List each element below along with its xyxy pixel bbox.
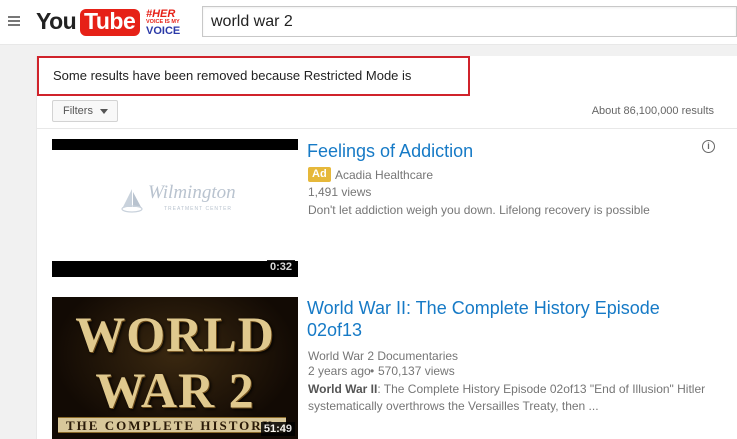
logo-doodle-tag: #HER VOICE IS MY VOICE [146, 9, 186, 37]
video-duration: 51:49 [260, 422, 295, 436]
search-box[interactable] [202, 6, 737, 37]
video-duration: 0:32 [266, 260, 295, 274]
thumbnail-frame: Wilmington TREATMENT CENTER [52, 150, 298, 261]
video-description: World War II: The Complete History Episo… [308, 381, 728, 415]
logo-tag-line3: VOICE [146, 24, 181, 37]
video-title-link[interactable]: Feelings of Addiction [307, 140, 473, 162]
thumbnail-text-line1: WORLD [75, 306, 275, 362]
view-count: 1,491 views [308, 185, 372, 199]
meta-separator: • [370, 364, 375, 378]
channel-name-link[interactable]: World War 2 Documentaries [308, 349, 458, 363]
chevron-down-icon [100, 109, 108, 114]
upload-age: 2 years ago [308, 364, 371, 378]
search-input[interactable] [203, 7, 736, 36]
youtube-logo[interactable]: You Tube #HER VOICE IS MY VOICE [34, 6, 180, 38]
sailboat-logo-icon [121, 189, 143, 213]
results-count: About 86,100,000 results [591, 105, 714, 117]
video-description: Don't let addiction weigh you down. Life… [308, 203, 650, 217]
filters-label: Filters [63, 105, 93, 117]
info-icon[interactable]: i [702, 140, 715, 153]
description-highlight: World War II [308, 382, 378, 396]
thumbnail-brand-text: Wilmington [148, 182, 236, 203]
logo-tube-box: Tube [80, 8, 140, 36]
thumbnail-text-line2: WAR 2 [95, 362, 255, 418]
logo-tube-text: Tube [84, 8, 136, 34]
filters-button[interactable]: Filters [52, 100, 118, 122]
logo-you-text: You [36, 8, 77, 34]
hamburger-menu-icon[interactable] [8, 16, 20, 28]
masthead: You Tube #HER VOICE IS MY VOICE [0, 0, 737, 45]
thumbnail-band-text: THE COMPLETE HISTORY [58, 417, 286, 433]
channel-name-link[interactable]: Acadia Healthcare [335, 168, 433, 182]
divider [37, 128, 737, 129]
results-card: Some results have been removed because R… [36, 56, 737, 439]
video-thumbnail-2[interactable]: WORLD WAR 2 THE COMPLETE HISTORY 51:49 [52, 297, 298, 439]
view-count: 570,137 views [378, 364, 455, 378]
video-thumbnail-1[interactable]: Wilmington TREATMENT CENTER 0:32 [52, 139, 298, 277]
video-title-link[interactable]: World War II: The Complete History Episo… [307, 297, 707, 341]
thumbnail-brand-subtext: TREATMENT CENTER [164, 206, 233, 212]
restricted-mode-notice: Some results have been removed because R… [37, 56, 470, 119]
ad-badge: Ad [308, 167, 331, 182]
